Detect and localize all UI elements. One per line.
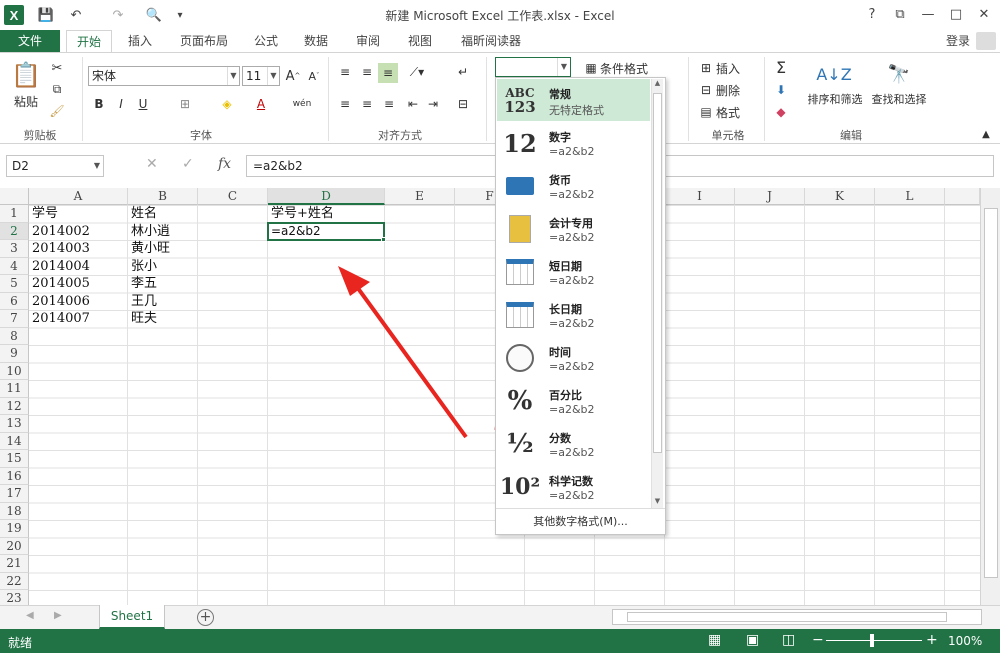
format-preview: =a2&b2 [549, 360, 595, 373]
format-name: 长日期 [549, 303, 582, 316]
format-preview: =a2&b2 [549, 231, 595, 244]
status-bar: 就绪 ▦ ▣ ◫ − + 100% [0, 629, 1000, 653]
format-preview: 无特定格式 [549, 104, 604, 117]
more-number-formats[interactable]: 其他数字格式(M)... [496, 508, 665, 534]
scientific-icon: 10² [499, 474, 541, 500]
format-preview: =a2&b2 [549, 403, 595, 416]
format-name: 时间 [549, 346, 571, 359]
format-item-short-date[interactable]: 短日期 =a2&b2 [497, 251, 650, 293]
format-name: 分数 [549, 432, 571, 445]
zoom-in-icon[interactable]: + [926, 632, 938, 648]
format-item-long-date[interactable]: 长日期 =a2&b2 [497, 294, 650, 336]
format-item-currency[interactable]: 货币 =a2&b2 [497, 165, 650, 207]
abc-123-icon: ABC 123 [504, 86, 536, 116]
zoom-out-icon[interactable]: − [812, 632, 824, 648]
format-name: 科学记数 [549, 475, 593, 488]
arrow-head [338, 266, 370, 296]
new-sheet-icon[interactable]: + [197, 609, 214, 626]
format-item-number[interactable]: 12 数字 =a2&b2 [497, 122, 650, 164]
percent-icon: % [507, 386, 533, 416]
zoom-level[interactable]: 100% [948, 634, 982, 648]
accounting-icon [503, 213, 537, 245]
status-ready: 就绪 [8, 636, 33, 650]
zoom-slider-thumb[interactable] [870, 634, 874, 647]
scroll-up-icon[interactable]: ▲ [652, 79, 663, 91]
dropdown-scrollbar[interactable]: ▲ ▼ [651, 79, 663, 509]
format-item-general[interactable]: ABC 123 常规 无特定格式 [497, 79, 650, 121]
format-preview: =a2&b2 [549, 446, 595, 459]
calendar-icon [503, 256, 537, 288]
format-preview: =a2&b2 [549, 188, 595, 201]
format-item-percent[interactable]: % 百分比 =a2&b2 [497, 380, 650, 422]
prev-sheet-icon[interactable]: ◀ [26, 610, 34, 621]
fraction-icon: ½ [506, 429, 534, 459]
number-12-icon: 12 [503, 128, 537, 158]
currency-icon [503, 170, 537, 202]
format-item-scientific[interactable]: 10² 科学记数 =a2&b2 [497, 466, 650, 508]
zoom-slider[interactable] [826, 640, 922, 641]
scroll-thumb[interactable] [627, 612, 947, 622]
next-sheet-icon[interactable]: ▶ [54, 610, 62, 621]
format-name: 常规 [549, 88, 571, 101]
format-name: 百分比 [549, 389, 582, 402]
arrow-to-d2 [340, 268, 468, 439]
format-name: 会计专用 [549, 217, 593, 230]
normal-view-icon[interactable]: ▦ [708, 632, 721, 648]
format-preview: =a2&b2 [549, 489, 595, 502]
clock-icon [503, 342, 537, 374]
format-preview: =a2&b2 [549, 274, 595, 287]
format-preview: =a2&b2 [549, 317, 595, 330]
number-format-dropdown: ABC 123 常规 无特定格式 12 数字 =a2&b2 货币 =a2&b2 会… [495, 77, 666, 535]
format-name: 货币 [549, 174, 571, 187]
format-preview: =a2&b2 [549, 145, 595, 158]
format-item-accounting[interactable]: 会计专用 =a2&b2 [497, 208, 650, 250]
format-name: 短日期 [549, 260, 582, 273]
calendar-icon [503, 299, 537, 331]
page-layout-view-icon[interactable]: ▣ [746, 632, 759, 648]
scroll-thumb[interactable] [653, 93, 662, 453]
format-item-time[interactable]: 时间 =a2&b2 [497, 337, 650, 379]
sheet-tab-sheet1[interactable]: Sheet1 [99, 605, 165, 629]
horizontal-scrollbar[interactable] [612, 609, 982, 625]
sheet-tab-bar: ◀ ▶ Sheet1 + [0, 605, 1000, 629]
format-item-fraction[interactable]: ½ 分数 =a2&b2 [497, 423, 650, 465]
format-name: 数字 [549, 131, 571, 144]
page-break-view-icon[interactable]: ◫ [782, 632, 795, 648]
